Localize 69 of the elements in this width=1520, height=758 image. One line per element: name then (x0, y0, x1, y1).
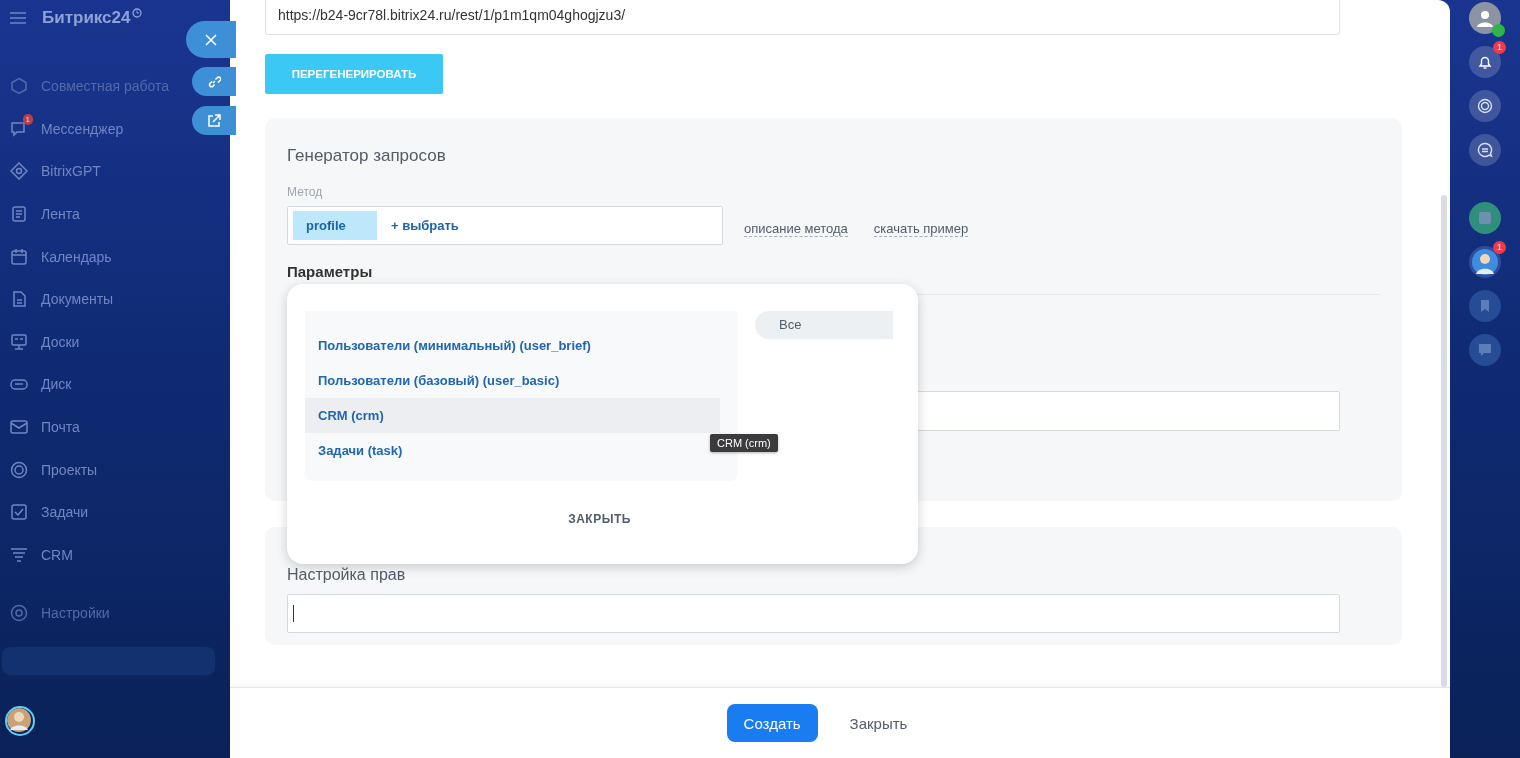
avatar[interactable] (1469, 246, 1501, 278)
scope-item[interactable]: Пользователи (минимальный) (user_brief) (305, 328, 720, 363)
scope-item[interactable]: Пользователи (базовый) (user_basic) (305, 363, 720, 398)
status-dot (1492, 24, 1505, 37)
section-title: Генератор запросов (287, 145, 447, 167)
calendar-icon (10, 247, 28, 266)
bell-icon (1477, 54, 1493, 70)
dashed-link[interactable]: скачать пример (873, 220, 969, 237)
envelope-icon (10, 418, 28, 437)
sidebar-item[interactable]: Настройки (0, 592, 230, 635)
field-label: Метод (287, 185, 324, 199)
bookmark-icon (1478, 299, 1492, 313)
filter-chip[interactable]: Все (755, 311, 893, 339)
sidebar-item[interactable]: 1 Мессенджер (0, 107, 130, 151)
section-subtitle: Параметры (287, 263, 374, 280)
scope-item[interactable]: CRM (crm) (305, 398, 720, 433)
checkbox-icon (10, 503, 28, 522)
scroll-bar[interactable] (1441, 195, 1447, 687)
avatar[interactable] (7, 708, 31, 732)
diamond-icon (10, 162, 28, 181)
tooltip: CRM (crm) (710, 434, 778, 452)
link-icon[interactable] (192, 67, 236, 96)
chat-icon (1477, 142, 1493, 158)
create-button[interactable]: Создать (726, 704, 818, 742)
hexagon-icon (10, 77, 28, 96)
sidebar-item[interactable]: BitrixGPT (0, 150, 107, 193)
funnel-icon (10, 545, 28, 564)
app-button[interactable] (1469, 202, 1501, 234)
chat-icon (1477, 342, 1493, 358)
sidebar-item[interactable]: Диск (0, 363, 78, 406)
logo[interactable]: Битрикс24 (42, 8, 131, 28)
notifications-button[interactable] (1469, 46, 1501, 78)
method-tag[interactable]: profile (293, 211, 377, 240)
sidebar-item[interactable]: Календарь (0, 235, 118, 278)
count-badge: 1 (1493, 41, 1506, 54)
section-title: Настройка прав (287, 566, 407, 584)
external-link-icon[interactable] (192, 106, 236, 135)
ring-icon (10, 460, 28, 479)
sidebar-item[interactable]: Совместная работа (0, 65, 176, 108)
sidebar-item[interactable]: Документы (0, 277, 120, 321)
board-icon (10, 332, 28, 351)
close-button[interactable]: ЗАКРЫТЬ (562, 511, 637, 527)
sidebar-item[interactable]: Лента (0, 192, 86, 236)
toolbar-button[interactable] (1469, 90, 1501, 122)
count-badge: 1 (22, 113, 33, 125)
sidebar-item[interactable]: CRM (0, 533, 79, 577)
sidebar-item[interactable]: Доски (0, 320, 86, 364)
sidebar-item[interactable]: Проекты (0, 448, 104, 491)
document-icon (10, 290, 28, 309)
input-field[interactable] (287, 594, 1340, 633)
close-button[interactable]: Закрыть (843, 713, 914, 733)
profile-button[interactable] (1469, 2, 1501, 34)
close-icon[interactable] (186, 21, 236, 58)
square-icon (1477, 210, 1493, 226)
chat-button[interactable] (1469, 134, 1501, 166)
pick-link[interactable]: + выбрать (391, 218, 459, 233)
dashed-link[interactable]: описание метода (744, 220, 848, 237)
ring-icon (1477, 98, 1493, 114)
bookmark-button[interactable] (1469, 290, 1501, 322)
method-field[interactable]: profile + выбрать (287, 206, 723, 245)
clock-icon (132, 8, 143, 18)
sidebar-item[interactable]: Почта (0, 405, 86, 449)
document-icon (10, 205, 28, 224)
chat-icon (10, 119, 28, 138)
settings-icon (10, 604, 28, 623)
count-badge: 1 (1493, 241, 1506, 254)
user-icon (1475, 8, 1495, 28)
sidebar-item[interactable]: Задачи (0, 490, 94, 534)
url-field[interactable]: https://b24-9cr78l.bitrix24.ru/rest/1/p1m1qm04ghogjzu3/ (265, 0, 1340, 35)
